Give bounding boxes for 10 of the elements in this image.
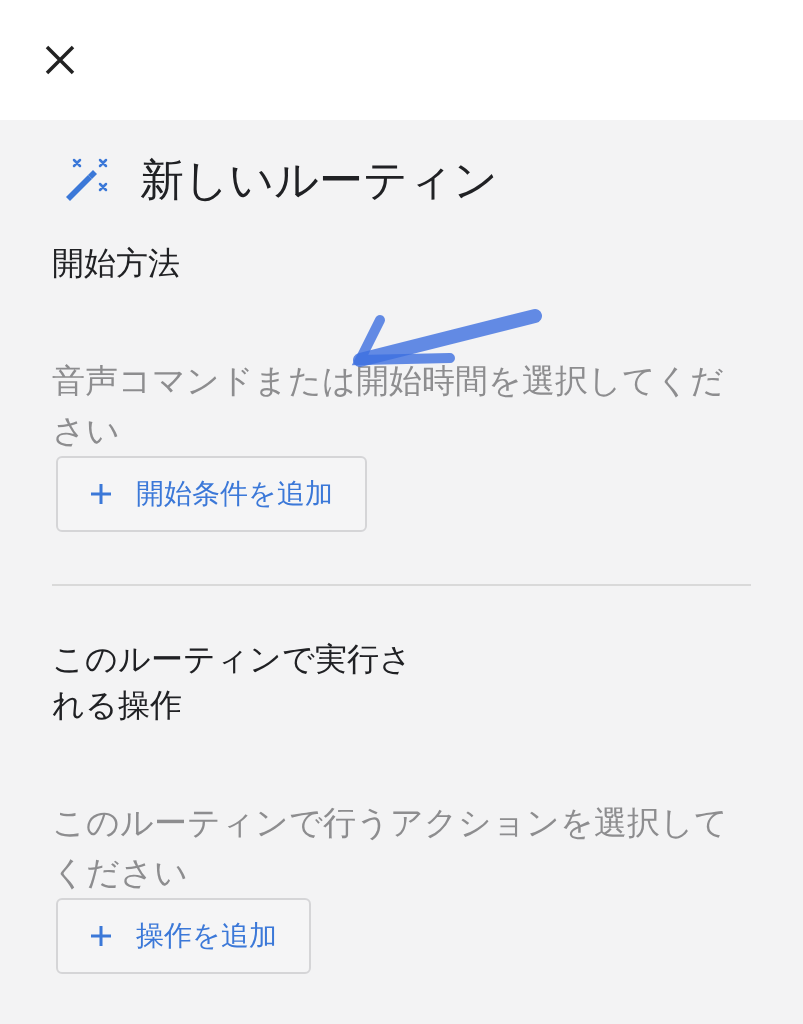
section-hint: 音声コマンドまたは開始時間を選択してください (52, 361, 725, 451)
plus-icon (90, 925, 112, 947)
close-icon[interactable] (44, 44, 76, 76)
section-hint: このルーティンで行うアクションを選択してください (52, 803, 729, 893)
section-heading: このルーティンで実行される操作 (52, 640, 413, 725)
page-title: 新しいルーティン (140, 158, 498, 202)
section-heading: 開始方法 (52, 244, 181, 283)
add-button[interactable]: 操作を追加 (56, 898, 311, 974)
add-button[interactable]: 開始条件を追加 (56, 456, 367, 532)
plus-icon (90, 483, 112, 505)
